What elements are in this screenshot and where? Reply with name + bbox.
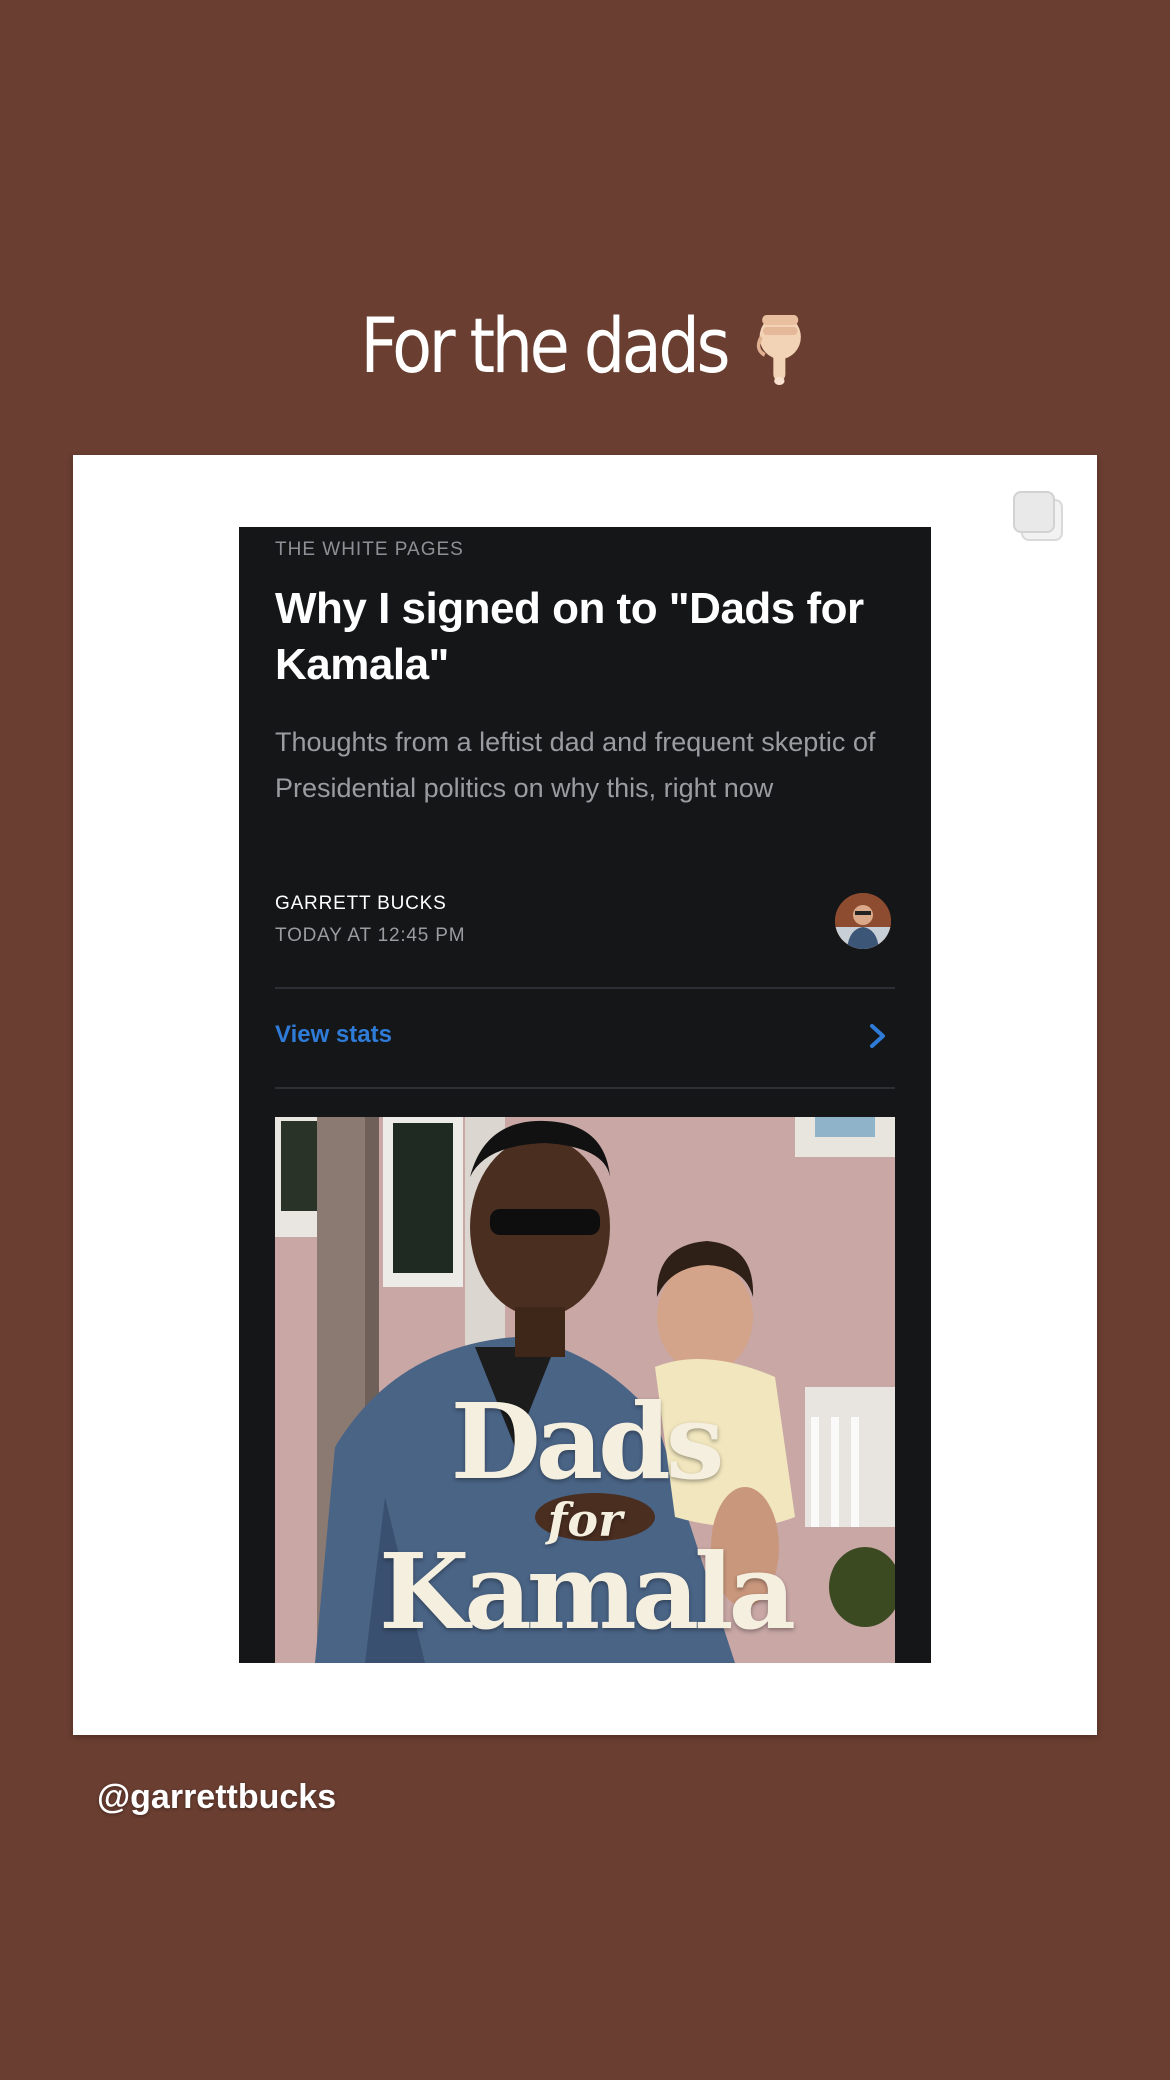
- pointing-down-icon: [757, 315, 802, 385]
- caption-text: For the dads: [360, 301, 730, 390]
- story-caption: For the dads: [82, 292, 1088, 400]
- author-avatar: [835, 893, 891, 949]
- hero-image: Dads for Kamala: [275, 1117, 895, 1663]
- hero-text-dads: Dads: [450, 1380, 725, 1503]
- multiple-photos-icon: [1011, 489, 1065, 543]
- author-name: GARRETT BUCKS: [275, 893, 447, 914]
- post-subtitle: Thoughts from a leftist dad and frequent…: [275, 727, 876, 803]
- publication-name: THE WHITE PAGES: [275, 539, 464, 560]
- divider: [275, 987, 895, 989]
- post-timestamp: TODAY AT 12:45 PM: [275, 925, 466, 946]
- article-screenshot[interactable]: THE WHITE PAGES Why I signed on to "Dads…: [239, 527, 931, 1663]
- view-stats-link[interactable]: View stats: [275, 1021, 392, 1049]
- chevron-right-icon[interactable]: [867, 1021, 889, 1051]
- divider: [275, 1087, 895, 1089]
- shared-post-card[interactable]: THE WHITE PAGES Why I signed on to "Dads…: [73, 455, 1097, 1735]
- hero-text-kamala: Kamala: [378, 1530, 796, 1653]
- mention-sticker[interactable]: @garrettbucks: [97, 1778, 336, 1817]
- post-title: Why I signed on to "Dads for Kamala": [275, 584, 864, 689]
